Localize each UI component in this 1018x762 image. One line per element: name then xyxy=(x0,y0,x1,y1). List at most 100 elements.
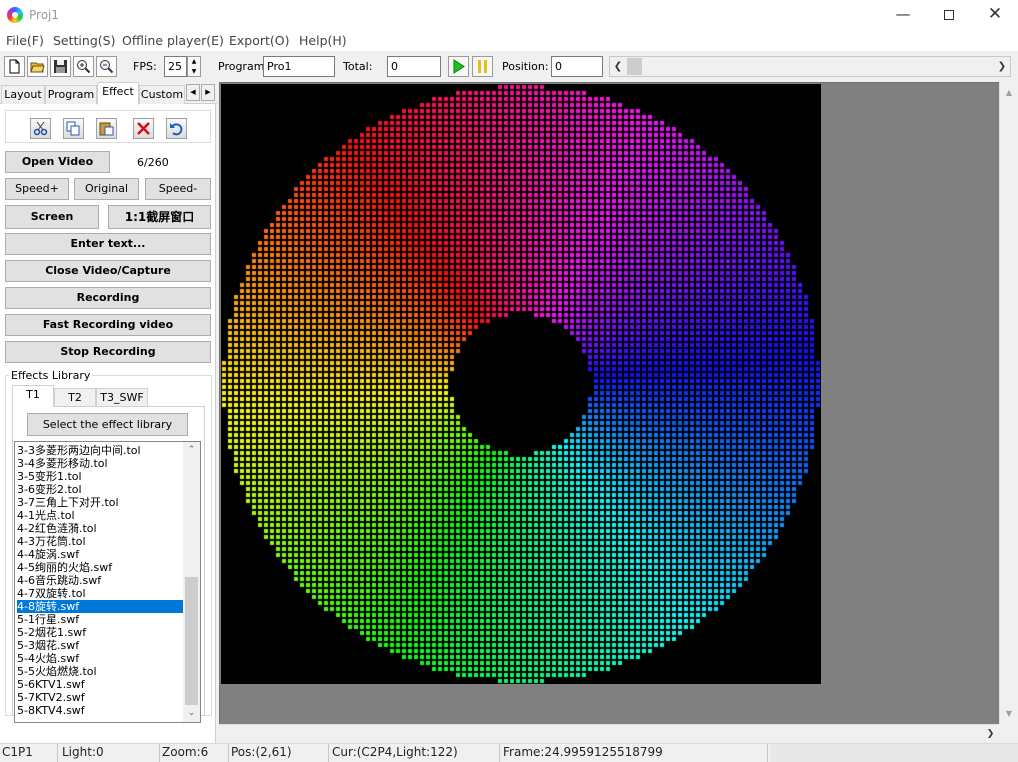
effects-list-item[interactable]: 4-5绚丽的火焰.swf xyxy=(17,561,183,574)
pause-icon xyxy=(478,60,487,73)
save-button[interactable] xyxy=(50,56,71,77)
canvas-vertical-scrollbar[interactable]: ▲ ▼ xyxy=(999,82,1018,724)
recording-button[interactable]: Recording xyxy=(5,287,211,309)
menu-help[interactable]: Help(H) xyxy=(299,33,347,48)
tab-effect[interactable]: Effect xyxy=(97,82,139,105)
original-speed-button[interactable]: Original xyxy=(74,178,139,200)
frame-counter: 6/260 xyxy=(137,156,169,169)
menu-bar: File(F) Setting(S) Offline player(E) Exp… xyxy=(0,31,1018,51)
canvas-scroll-down-icon[interactable]: ▼ xyxy=(1000,705,1018,722)
select-effect-library-button[interactable]: Select the effect library xyxy=(27,413,188,436)
effects-list-item[interactable]: 3-4多菱形移动.tol xyxy=(17,457,183,470)
maximize-button[interactable] xyxy=(926,0,972,31)
speed-up-button[interactable]: Speed+ xyxy=(5,178,69,200)
menu-setting[interactable]: Setting(S) xyxy=(53,33,115,48)
canvas-area[interactable] xyxy=(219,82,999,724)
enter-text-button[interactable]: Enter text... xyxy=(5,233,211,255)
effects-list-item[interactable]: 4-4旋涡.swf xyxy=(17,548,183,561)
scroll-up-icon[interactable]: ⌃ xyxy=(183,442,200,459)
tab-program[interactable]: Program xyxy=(45,85,97,104)
canvas-scroll-right-icon[interactable]: ❯ xyxy=(982,725,999,743)
maximize-icon xyxy=(944,10,954,20)
menu-file[interactable]: File(F) xyxy=(6,33,44,48)
effects-list-item[interactable]: 3-5变形1.tol xyxy=(17,470,183,483)
fps-label: FPS: xyxy=(133,60,157,73)
stop-recording-button[interactable]: Stop Recording xyxy=(5,341,211,363)
tab-t1[interactable]: T1 xyxy=(12,385,54,407)
effects-list-item[interactable]: 3-7三角上下对开.tol xyxy=(17,496,183,509)
tab-t3-swf[interactable]: T3_SWF xyxy=(96,388,148,407)
open-button[interactable] xyxy=(27,56,48,77)
tab-scroll-right-icon[interactable]: ▶ xyxy=(201,84,215,101)
effects-list-item[interactable]: 5-2烟花1.swf xyxy=(17,626,183,639)
cut-button[interactable] xyxy=(30,118,51,139)
delete-icon xyxy=(137,122,150,135)
effects-list-scrollbar[interactable]: ⌃ ⌄ xyxy=(183,442,200,722)
menu-offline-player[interactable]: Offline player(E) xyxy=(122,33,224,48)
status-bar: C1P1 Light:0 Zoom:6 Pos:(2,61) Cur:(C2P4… xyxy=(0,743,1018,762)
effects-list-item[interactable]: 4-8旋转.swf xyxy=(17,600,183,613)
fast-recording-button[interactable]: Fast Recording video xyxy=(5,314,211,336)
play-icon xyxy=(453,59,465,74)
slider-right-arrow-icon[interactable]: ❯ xyxy=(994,57,1010,76)
open-folder-icon xyxy=(30,62,45,73)
effects-list-item[interactable]: 5-3烟花.swf xyxy=(17,639,183,652)
left-panel: Layout Program Effect Custom ◀ ▶ Open Vi… xyxy=(0,82,217,743)
edit-tools-group xyxy=(5,110,211,143)
tab-custom[interactable]: Custom xyxy=(139,85,185,104)
close-button[interactable]: ✕ xyxy=(972,0,1018,31)
pause-button[interactable] xyxy=(472,56,493,77)
program-input[interactable]: Pro1 xyxy=(263,56,335,77)
paste-icon xyxy=(99,122,114,136)
position-input[interactable]: 0 xyxy=(551,56,603,77)
fps-spinner[interactable]: ▲ ▼ xyxy=(187,56,201,77)
effects-list-item[interactable]: 5-1行星.swf xyxy=(17,613,183,626)
delete-button[interactable] xyxy=(133,118,154,139)
canvas-horizontal-scrollbar[interactable]: ❯ xyxy=(219,724,999,743)
effects-list-item[interactable]: 5-5火焰燃烧.tol xyxy=(17,665,183,678)
paste-button[interactable] xyxy=(96,118,117,139)
new-file-button[interactable] xyxy=(4,56,25,77)
status-cell: C1P1 xyxy=(0,744,58,762)
zoom-out-button[interactable] xyxy=(96,56,117,77)
total-input[interactable]: 0 xyxy=(387,56,441,77)
effects-list-item[interactable]: 5-7KTV2.swf xyxy=(17,691,183,704)
effects-list-item[interactable]: 3-6变形2.tol xyxy=(17,483,183,496)
effects-list-item[interactable]: 4-2红色涟漪.tol xyxy=(17,522,183,535)
capture-window-button[interactable]: 1:1截屏窗口 xyxy=(108,205,211,229)
effects-list-item[interactable]: 5-8KTV4.swf xyxy=(17,704,183,717)
effects-list-item[interactable]: 5-6KTV1.swf xyxy=(17,678,183,691)
menu-export[interactable]: Export(O) xyxy=(229,33,290,48)
scroll-down-icon[interactable]: ⌄ xyxy=(183,705,200,722)
minimize-button[interactable]: — xyxy=(880,0,926,31)
spin-up-icon[interactable]: ▲ xyxy=(188,57,200,67)
effects-list-item[interactable]: 4-6音乐跳动.swf xyxy=(17,574,183,587)
tab-t2[interactable]: T2 xyxy=(54,388,96,407)
tab-scroll-left-icon[interactable]: ◀ xyxy=(186,84,200,101)
speed-down-button[interactable]: Speed- xyxy=(145,178,211,200)
spin-down-icon[interactable]: ▼ xyxy=(188,67,200,77)
canvas-scroll-up-icon[interactable]: ▲ xyxy=(1000,84,1018,101)
zoom-out-icon xyxy=(100,60,114,74)
slider-left-arrow-icon[interactable]: ❮ xyxy=(610,57,626,76)
effects-list-item[interactable]: 3-3多菱形两边向中间.tol xyxy=(17,444,183,457)
effects-list-item[interactable]: 4-1光点.tol xyxy=(17,509,183,522)
copy-button[interactable] xyxy=(63,118,84,139)
effects-list-item[interactable]: 4-3万花筒.tol xyxy=(17,535,183,548)
screen-capture-button[interactable]: Screen capture xyxy=(5,205,99,245)
app-logo-icon xyxy=(7,7,23,23)
play-button[interactable] xyxy=(448,56,469,77)
fps-input[interactable]: 25 xyxy=(164,56,187,77)
tab-layout[interactable]: Layout xyxy=(1,85,45,104)
close-video-button[interactable]: Close Video/Capture xyxy=(5,260,211,282)
zoom-in-button[interactable] xyxy=(73,56,94,77)
effects-list-scroll-thumb[interactable] xyxy=(185,577,198,705)
effects-list-item[interactable]: 4-7双旋转.tol xyxy=(17,587,183,600)
undo-button[interactable] xyxy=(166,118,187,139)
position-slider[interactable]: ❮ ❯ xyxy=(609,56,1011,77)
led-matrix-preview[interactable] xyxy=(221,84,821,684)
slider-thumb[interactable] xyxy=(627,58,642,75)
effects-list-item[interactable]: 5-4火焰.swf xyxy=(17,652,183,665)
open-video-button[interactable]: Open Video xyxy=(5,151,110,173)
effects-list[interactable]: 3-3多菱形两边向中间.tol 3-4多菱形移动.tol 3-5变形1.tol 3-6… xyxy=(14,441,201,723)
